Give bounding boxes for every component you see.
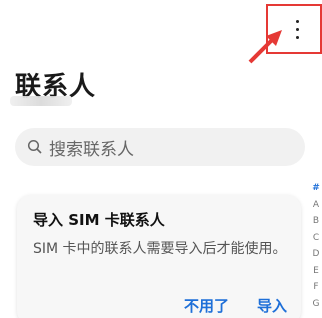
more-options-button[interactable] <box>268 6 322 54</box>
import-button[interactable]: 导入 <box>257 295 287 316</box>
account-label-blurred <box>10 96 72 106</box>
index-letter-c[interactable]: C <box>313 230 319 247</box>
card-title: 导入 SIM 卡联系人 <box>33 211 165 229</box>
alphabet-index-bar[interactable]: # A B C D E F G <box>311 180 321 312</box>
more-vertical-icon <box>296 20 300 40</box>
index-letter-e[interactable]: E <box>313 263 319 280</box>
index-letter-b[interactable]: B <box>313 213 319 230</box>
card-description: SIM 卡中的联系人需要导入后才能使用。 <box>33 241 287 257</box>
index-letter-f[interactable]: F <box>313 279 318 296</box>
index-letter-d[interactable]: D <box>313 246 320 263</box>
search-icon <box>27 139 42 154</box>
search-placeholder: 搜索联系人 <box>49 139 134 160</box>
import-sim-card: 导入 SIM 卡联系人 SIM 卡中的联系人需要导入后才能使用。 不用了 导入 <box>17 195 301 318</box>
index-letter-a[interactable]: A <box>313 197 319 214</box>
index-letter-hash[interactable]: # <box>312 180 320 197</box>
search-input[interactable]: 搜索联系人 <box>15 128 305 166</box>
index-letter-g[interactable]: G <box>313 296 320 313</box>
skip-button[interactable]: 不用了 <box>184 295 229 316</box>
